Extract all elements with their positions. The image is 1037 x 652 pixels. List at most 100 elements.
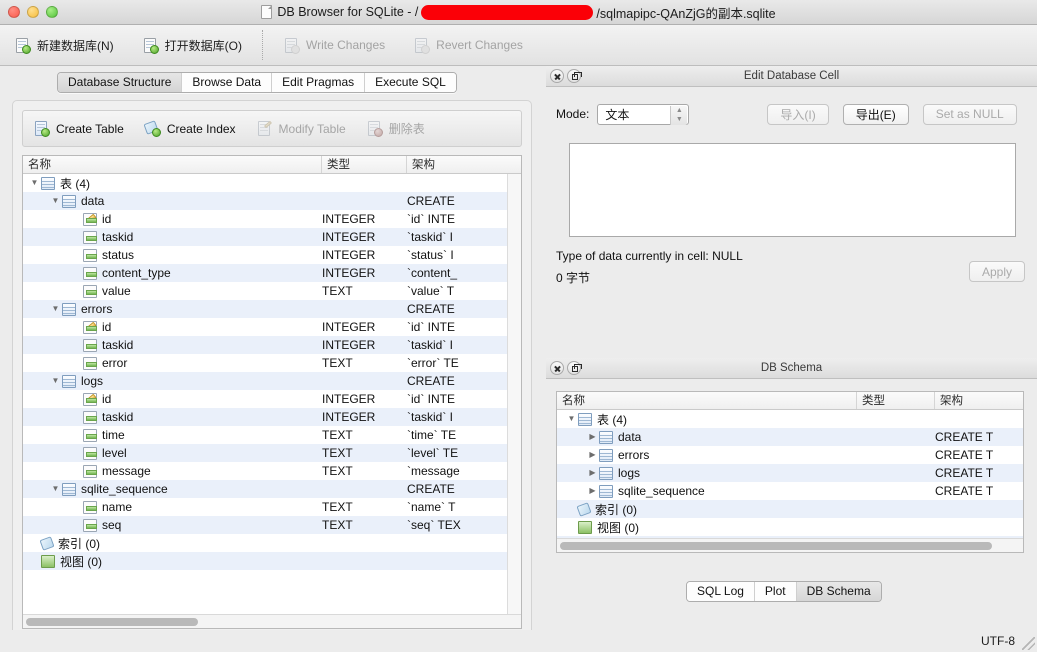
db-schema-panel-buttons[interactable]: [550, 361, 582, 375]
float-panel-icon[interactable]: [567, 361, 582, 375]
tree-hscroll-thumb[interactable]: [26, 618, 198, 626]
create-table-label: Create Table: [56, 121, 124, 136]
tree-row-label: value: [102, 284, 131, 298]
tree-row[interactable]: ▼ 表 (4): [23, 174, 521, 192]
revert-changes-button[interactable]: Revert Changes: [399, 25, 537, 66]
tree-row[interactable]: ▼ sqlite_sequence CREATE: [23, 480, 521, 498]
delete-table-icon: [366, 120, 383, 137]
edit-cell-mode-row: Mode: 文本 ▲ ▼ 导入(I) 导出(E) Set as NULL: [556, 102, 1027, 126]
tab-database-structure[interactable]: Database Structure: [58, 73, 183, 92]
export-button[interactable]: 导出(E): [842, 103, 909, 125]
tree-row[interactable]: ▼ logs CREATE: [23, 372, 521, 390]
tree-row[interactable]: content_type INTEGER `content_: [23, 264, 521, 282]
database-structure-tree[interactable]: 名称 类型 架构 ▼ 表 (4) ▼ data CREATE id INTEGER `id` …: [22, 155, 522, 629]
new-database-button[interactable]: 新建数据库(N): [0, 25, 128, 66]
tree-row[interactable]: seq TEXT `seq` TEX: [23, 516, 521, 534]
open-database-button[interactable]: 打开数据库(O): [128, 25, 256, 66]
tree-row-label: errors: [81, 302, 113, 316]
tree-row[interactable]: ▶ logs CREATE T: [557, 464, 1023, 482]
set-as-null-button[interactable]: Set as NULL: [922, 103, 1017, 125]
new-database-label: 新建数据库(N): [37, 38, 114, 53]
edit-cell-panel-buttons[interactable]: [550, 69, 582, 83]
schema-column-schema[interactable]: 架构: [935, 392, 1023, 409]
tab-edit-pragmas[interactable]: Edit Pragmas: [272, 73, 366, 92]
chevron-down-icon[interactable]: ▼: [49, 192, 62, 210]
table-icon: [62, 194, 76, 208]
apply-button[interactable]: Apply: [968, 261, 1025, 282]
tree-row[interactable]: ▶ errors CREATE T: [557, 446, 1023, 464]
tree-row[interactable]: id INTEGER `id` INTE: [23, 210, 521, 228]
delete-table-label: 删除表: [388, 122, 425, 136]
tree-horizontal-scrollbar[interactable]: [23, 614, 521, 628]
create-index-button[interactable]: Create Index: [134, 110, 246, 147]
tree-row[interactable]: error TEXT `error` TE: [23, 354, 521, 372]
chevron-right-icon[interactable]: ▶: [586, 482, 599, 500]
tree-row[interactable]: 视图 (0): [23, 552, 521, 570]
tree-row[interactable]: ▶ data CREATE T: [557, 428, 1023, 446]
schema-column-name[interactable]: 名称: [557, 392, 857, 409]
tree-row-schema: `error` TE: [407, 356, 459, 370]
write-changes-button[interactable]: Write Changes: [269, 25, 399, 66]
tree-column-type[interactable]: 类型: [322, 156, 407, 173]
float-panel-icon[interactable]: [567, 69, 582, 83]
mode-select[interactable]: 文本 ▲ ▼: [597, 103, 690, 125]
tree-column-name[interactable]: 名称: [23, 156, 322, 173]
cell-type-info: Type of data currently in cell: NULL: [556, 249, 743, 263]
index-icon: [576, 501, 592, 517]
tree-row-name-cell: ▶ data: [557, 428, 857, 446]
cell-value-editor[interactable]: [569, 143, 1016, 237]
tree-row[interactable]: level TEXT `level` TE: [23, 444, 521, 462]
close-panel-icon[interactable]: [550, 361, 564, 375]
tree-row-schema: `id` INTE: [407, 320, 455, 334]
chevron-down-icon[interactable]: ▼: [565, 410, 578, 428]
modify-table-button[interactable]: Modify Table: [246, 110, 356, 147]
tree-row[interactable]: id INTEGER `id` INTE: [23, 390, 521, 408]
tree-row[interactable]: ▼ errors CREATE: [23, 300, 521, 318]
tree-row[interactable]: status INTEGER `status` I: [23, 246, 521, 264]
chevron-down-icon[interactable]: ▼: [49, 480, 62, 498]
tree-row-label: 索引 (0): [595, 502, 638, 517]
chevron-right-icon[interactable]: ▶: [586, 428, 599, 446]
tree-row[interactable]: ▶ sqlite_sequence CREATE T: [557, 482, 1023, 500]
tree-row[interactable]: taskid INTEGER `taskid` I: [23, 408, 521, 426]
tree-row-type: TEXT: [322, 356, 353, 370]
tree-row[interactable]: taskid INTEGER `taskid` I: [23, 336, 521, 354]
tree-row[interactable]: 索引 (0): [23, 534, 521, 552]
chevron-down-icon[interactable]: ▼: [49, 372, 62, 390]
tree-row[interactable]: 索引 (0): [557, 500, 1023, 518]
close-panel-icon[interactable]: [550, 69, 564, 83]
schema-column-type[interactable]: 类型: [857, 392, 935, 409]
chevron-down-icon[interactable]: ▼: [49, 300, 62, 318]
db-schema-tree[interactable]: 名称 类型 架构 ▼ 表 (4) ▶ data CREATE T ▶ errors CREAT…: [556, 391, 1024, 553]
tree-row-label: sqlite_sequence: [618, 484, 705, 498]
tree-row-type: TEXT: [322, 428, 353, 442]
tree-row[interactable]: ▼ 表 (4): [557, 410, 1023, 428]
delete-table-button[interactable]: 删除表: [356, 110, 435, 147]
chevron-down-icon[interactable]: ▼: [28, 174, 41, 192]
tree-row[interactable]: name TEXT `name` T: [23, 498, 521, 516]
tree-row-name-cell: ▶ logs: [557, 464, 857, 482]
tree-row[interactable]: ▼ data CREATE: [23, 192, 521, 210]
resize-grip-icon[interactable]: [1022, 637, 1035, 650]
tab-execute-sql[interactable]: Execute SQL: [365, 73, 456, 92]
tab-sql-log[interactable]: SQL Log: [687, 582, 755, 601]
tree-row[interactable]: message TEXT `message: [23, 462, 521, 480]
tree-column-schema[interactable]: 架构: [407, 156, 507, 173]
tab-plot[interactable]: Plot: [754, 582, 797, 601]
schema-horizontal-scrollbar[interactable]: [557, 538, 1023, 552]
chevron-right-icon[interactable]: ▶: [586, 464, 599, 482]
tree-row[interactable]: value TEXT `value` T: [23, 282, 521, 300]
tree-row-name-cell: ▼ data: [23, 192, 322, 210]
tree-vertical-scrollbar[interactable]: [507, 174, 521, 614]
tree-row[interactable]: time TEXT `time` TE: [23, 426, 521, 444]
import-button[interactable]: 导入(I): [767, 103, 829, 125]
schema-hscroll-thumb[interactable]: [560, 542, 992, 550]
tab-db-schema[interactable]: DB Schema: [796, 582, 881, 601]
tree-row[interactable]: id INTEGER `id` INTE: [23, 318, 521, 336]
tree-row[interactable]: 视图 (0): [557, 518, 1023, 536]
chevron-right-icon[interactable]: ▶: [586, 446, 599, 464]
tab-browse-data[interactable]: Browse Data: [182, 73, 273, 92]
tree-row[interactable]: taskid INTEGER `taskid` I: [23, 228, 521, 246]
tree-rows: ▼ 表 (4) ▼ data CREATE id INTEGER `id` INTE taski…: [23, 174, 521, 610]
create-table-button[interactable]: Create Table: [23, 110, 134, 147]
